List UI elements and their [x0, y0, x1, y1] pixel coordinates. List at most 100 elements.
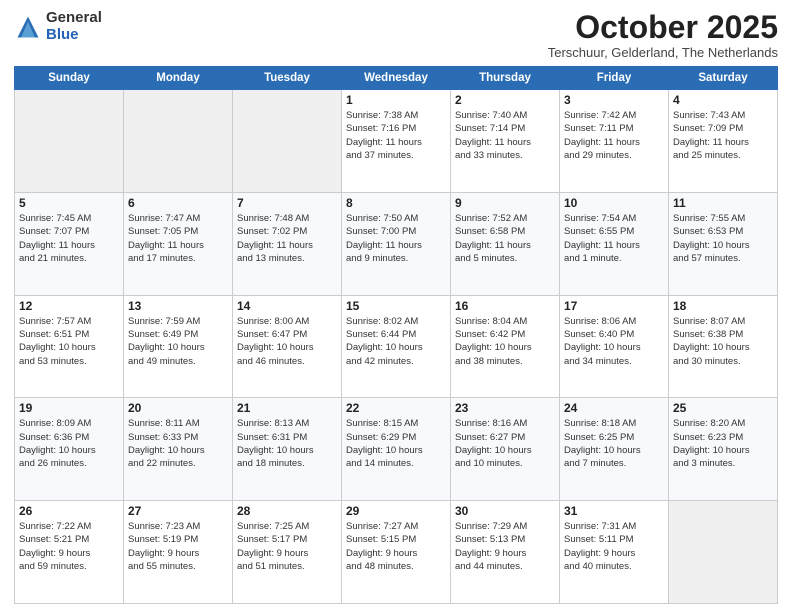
logo-general: General: [46, 9, 102, 26]
day-info: Sunrise: 7:23 AM Sunset: 5:19 PM Dayligh…: [128, 520, 228, 573]
day-info: Sunrise: 7:22 AM Sunset: 5:21 PM Dayligh…: [19, 520, 119, 573]
day-number: 10: [564, 196, 664, 210]
table-row: 3 Sunrise: 7:42 AM Sunset: 7:11 PM Daylig…: [560, 90, 669, 193]
day-info: Sunrise: 7:43 AM Sunset: 7:09 PM Dayligh…: [673, 109, 773, 162]
day-number: 26: [19, 504, 119, 518]
table-row: 6 Sunrise: 7:47 AM Sunset: 7:05 PM Daylig…: [124, 192, 233, 295]
day-info: Sunrise: 8:11 AM Sunset: 6:33 PM Dayligh…: [128, 417, 228, 470]
week-row-4: 26 Sunrise: 7:22 AM Sunset: 5:21 PM Dayli…: [15, 501, 778, 604]
header-monday: Monday: [124, 67, 233, 90]
day-info: Sunrise: 8:20 AM Sunset: 6:23 PM Dayligh…: [673, 417, 773, 470]
day-info: Sunrise: 7:48 AM Sunset: 7:02 PM Dayligh…: [237, 212, 337, 265]
table-row: 2 Sunrise: 7:40 AM Sunset: 7:14 PM Daylig…: [451, 90, 560, 193]
table-row: 30Sunrise: 7:29 AM Sunset: 5:13 PM Dayli…: [451, 501, 560, 604]
day-number: 2: [455, 93, 555, 107]
table-row: [233, 90, 342, 193]
table-row: 9 Sunrise: 7:52 AM Sunset: 6:58 PM Daylig…: [451, 192, 560, 295]
header-wednesday: Wednesday: [342, 67, 451, 90]
day-number: 7: [237, 196, 337, 210]
logo-blue: Blue: [46, 26, 79, 43]
day-number: 12: [19, 299, 119, 313]
day-number: 5: [19, 196, 119, 210]
day-info: Sunrise: 7:29 AM Sunset: 5:13 PM Dayligh…: [455, 520, 555, 573]
header-saturday: Saturday: [669, 67, 778, 90]
day-info: Sunrise: 8:02 AM Sunset: 6:44 PM Dayligh…: [346, 315, 446, 368]
table-row: 20 Sunrise: 8:11 AM Sunset: 6:33 PM Dayli…: [124, 398, 233, 501]
day-info: Sunrise: 8:15 AM Sunset: 6:29 PM Dayligh…: [346, 417, 446, 470]
table-row: 21 Sunrise: 8:13 AM Sunset: 6:31 PM Dayli…: [233, 398, 342, 501]
table-row: 13Sunrise: 7:59 AM Sunset: 6:49 PM Dayli…: [124, 295, 233, 398]
day-info: Sunrise: 7:54 AM Sunset: 6:55 PM Dayligh…: [564, 212, 664, 265]
table-row: 19 Sunrise: 8:09 AM Sunset: 6:36 PM Dayli…: [15, 398, 124, 501]
calendar: Sunday Monday Tuesday Wednesday Thursday…: [14, 66, 778, 604]
day-info: Sunrise: 7:57 AM Sunset: 6:51 PM Dayligh…: [19, 315, 119, 368]
day-number: 20: [128, 401, 228, 415]
day-info: Sunrise: 8:09 AM Sunset: 6:36 PM Dayligh…: [19, 417, 119, 470]
table-row: [15, 90, 124, 193]
table-row: 27 Sunrise: 7:23 AM Sunset: 5:19 PM Dayli…: [124, 501, 233, 604]
day-info: Sunrise: 7:55 AM Sunset: 6:53 PM Dayligh…: [673, 212, 773, 265]
table-row: 22 Sunrise: 8:15 AM Sunset: 6:29 PM Dayli…: [342, 398, 451, 501]
logo-icon: [14, 13, 42, 41]
day-info: Sunrise: 8:00 AM Sunset: 6:47 PM Dayligh…: [237, 315, 337, 368]
day-info: Sunrise: 7:45 AM Sunset: 7:07 PM Dayligh…: [19, 212, 119, 265]
day-number: 31: [564, 504, 664, 518]
day-number: 25: [673, 401, 773, 415]
table-row: [669, 501, 778, 604]
day-number: 11: [673, 196, 773, 210]
day-number: 23: [455, 401, 555, 415]
table-row: 18Sunrise: 8:07 AM Sunset: 6:38 PM Dayli…: [669, 295, 778, 398]
day-number: 19: [19, 401, 119, 415]
table-row: 26 Sunrise: 7:22 AM Sunset: 5:21 PM Dayli…: [15, 501, 124, 604]
day-number: 29: [346, 504, 446, 518]
logo-text: General Blue: [46, 10, 102, 43]
weekday-header-row: Sunday Monday Tuesday Wednesday Thursday…: [15, 67, 778, 90]
table-row: 14 Sunrise: 8:00 AM Sunset: 6:47 PM Dayli…: [233, 295, 342, 398]
day-number: 9: [455, 196, 555, 210]
day-number: 18: [673, 299, 773, 313]
day-number: 28: [237, 504, 337, 518]
day-number: 3: [564, 93, 664, 107]
day-number: 27: [128, 504, 228, 518]
month-title: October 2025: [548, 10, 778, 45]
table-row: 23 Sunrise: 8:16 AM Sunset: 6:27 PM Dayli…: [451, 398, 560, 501]
header-friday: Friday: [560, 67, 669, 90]
table-row: 1Sunrise: 7:38 AM Sunset: 7:16 PM Daylig…: [342, 90, 451, 193]
day-info: Sunrise: 7:40 AM Sunset: 7:14 PM Dayligh…: [455, 109, 555, 162]
table-row: 5 Sunrise: 7:45 AM Sunset: 7:07 PM Daylig…: [15, 192, 124, 295]
day-number: 13: [128, 299, 228, 313]
table-row: 17Sunrise: 8:06 AM Sunset: 6:40 PM Dayli…: [560, 295, 669, 398]
table-row: 10 Sunrise: 7:54 AM Sunset: 6:55 PM Dayli…: [560, 192, 669, 295]
header-thursday: Thursday: [451, 67, 560, 90]
week-row-0: 1Sunrise: 7:38 AM Sunset: 7:16 PM Daylig…: [15, 90, 778, 193]
day-number: 1: [346, 93, 446, 107]
day-info: Sunrise: 8:16 AM Sunset: 6:27 PM Dayligh…: [455, 417, 555, 470]
week-row-3: 19 Sunrise: 8:09 AM Sunset: 6:36 PM Dayli…: [15, 398, 778, 501]
day-info: Sunrise: 7:42 AM Sunset: 7:11 PM Dayligh…: [564, 109, 664, 162]
table-row: 12 Sunrise: 7:57 AM Sunset: 6:51 PM Dayli…: [15, 295, 124, 398]
day-info: Sunrise: 8:13 AM Sunset: 6:31 PM Dayligh…: [237, 417, 337, 470]
day-number: 21: [237, 401, 337, 415]
day-number: 14: [237, 299, 337, 313]
day-info: Sunrise: 7:50 AM Sunset: 7:00 PM Dayligh…: [346, 212, 446, 265]
table-row: 25 Sunrise: 8:20 AM Sunset: 6:23 PM Dayli…: [669, 398, 778, 501]
day-info: Sunrise: 7:52 AM Sunset: 6:58 PM Dayligh…: [455, 212, 555, 265]
table-row: 15 Sunrise: 8:02 AM Sunset: 6:44 PM Dayli…: [342, 295, 451, 398]
table-row: 8 Sunrise: 7:50 AM Sunset: 7:00 PM Daylig…: [342, 192, 451, 295]
week-row-1: 5 Sunrise: 7:45 AM Sunset: 7:07 PM Daylig…: [15, 192, 778, 295]
day-number: 16: [455, 299, 555, 313]
day-number: 15: [346, 299, 446, 313]
day-number: 6: [128, 196, 228, 210]
table-row: 24Sunrise: 8:18 AM Sunset: 6:25 PM Dayli…: [560, 398, 669, 501]
table-row: 28Sunrise: 7:25 AM Sunset: 5:17 PM Dayli…: [233, 501, 342, 604]
day-number: 22: [346, 401, 446, 415]
header-sunday: Sunday: [15, 67, 124, 90]
title-block: October 2025 Terschuur, Gelderland, The …: [548, 10, 778, 60]
header: General Blue October 2025 Terschuur, Gel…: [14, 10, 778, 60]
location: Terschuur, Gelderland, The Netherlands: [548, 45, 778, 60]
day-number: 4: [673, 93, 773, 107]
page: General Blue October 2025 Terschuur, Gel…: [0, 0, 792, 612]
table-row: [124, 90, 233, 193]
day-number: 8: [346, 196, 446, 210]
day-info: Sunrise: 7:47 AM Sunset: 7:05 PM Dayligh…: [128, 212, 228, 265]
